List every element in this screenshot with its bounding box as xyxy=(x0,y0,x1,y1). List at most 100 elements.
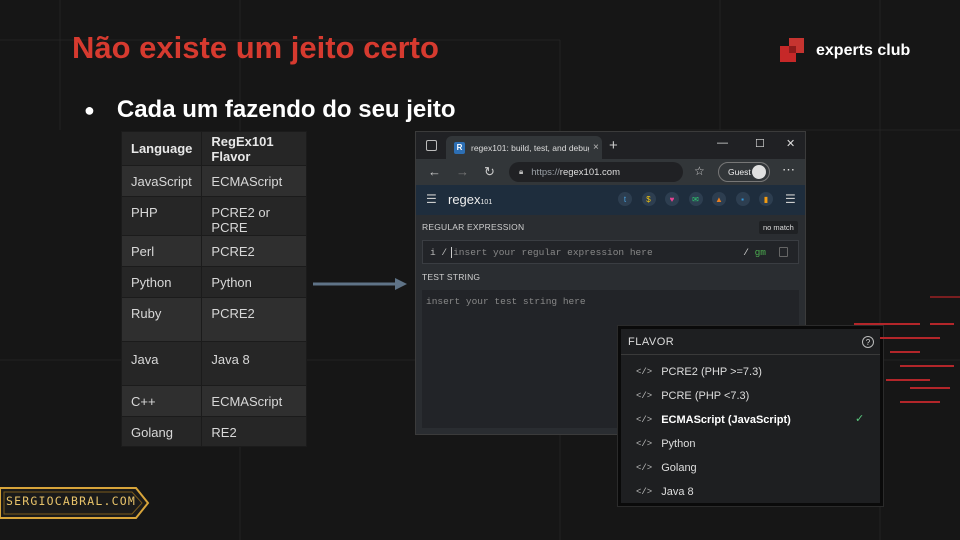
maximize-button[interactable]: ☐ xyxy=(755,137,765,150)
tab-title: regex101: build, test, and debug regex xyxy=(471,142,589,153)
table-cell-language: JavaScript xyxy=(120,165,203,197)
table-cell-flavor: PCRE2 xyxy=(201,297,307,342)
regex-section-label: REGULAR EXPRESSION xyxy=(422,222,525,232)
regex101-header: ☰ regex101 t $ ♥ ✉ ▲ ▪ ▮ ☰ xyxy=(416,185,805,215)
regex-placeholder: insert your regular expression here xyxy=(451,246,653,258)
table-cell-flavor: ECMAScript xyxy=(201,385,307,417)
flavor-option[interactable]: </> Golang xyxy=(621,456,880,480)
settings-menu-icon[interactable]: ☰ xyxy=(785,192,796,206)
flavor-option-label: PCRE2 (PHP >=7.3) xyxy=(661,366,762,378)
table-row: Perl PCRE2 xyxy=(120,235,307,267)
header-icon-row: t $ ♥ ✉ ▲ ▪ ▮ xyxy=(618,192,783,206)
flavor-panel: FLAVOR ? </> PCRE2 (PHP >=7.3) </> PCRE (PH… xyxy=(617,325,884,507)
table-row: C++ ECMAScript xyxy=(120,385,307,417)
tab-regex101[interactable]: R regex101: build, test, and debug regex… xyxy=(446,136,602,159)
table-cell-language: PHP xyxy=(120,196,203,236)
reload-icon[interactable]: ↻ xyxy=(484,164,495,180)
profile-label: Guest xyxy=(728,167,751,177)
table-cell-language: Golang xyxy=(120,416,203,447)
avatar xyxy=(752,165,766,179)
flavor-option-label: Golang xyxy=(661,462,697,474)
table-cell-language: Python xyxy=(120,266,203,298)
language-flavor-table: Language RegEx101 Flavor JavaScript ECMA… xyxy=(120,131,307,447)
decorative-dashes xyxy=(854,323,954,403)
more-menu-icon[interactable]: ⋯ xyxy=(782,162,795,178)
logo-mark-icon xyxy=(780,38,806,64)
hamburger-menu-icon[interactable]: ☰ xyxy=(426,192,437,206)
table-row: Python Python xyxy=(120,266,307,298)
flavor-option[interactable]: </> Java 8 xyxy=(621,480,880,504)
heart-icon[interactable]: ♥ xyxy=(665,192,679,206)
flavor-option-label: Python xyxy=(661,438,696,450)
back-arrow-icon[interactable]: ← xyxy=(428,164,441,179)
code-icon: </> xyxy=(636,439,653,449)
regex-delimiter: i / xyxy=(430,246,448,258)
arrow-right-icon xyxy=(313,278,407,290)
code-icon: </> xyxy=(636,391,653,401)
minimize-button[interactable]: — xyxy=(717,137,728,149)
table-row: Ruby PCRE2 xyxy=(120,297,307,342)
chat-icon[interactable]: ▪ xyxy=(735,192,750,206)
table-row: PHP PCRE2 or PCRE xyxy=(120,196,307,236)
address-bar-row: ← → ↻ 🔒︎ https:// regex101.com ☆ Guest ⋯ xyxy=(416,159,805,185)
code-icon: </> xyxy=(636,415,653,425)
warning-icon[interactable]: ▲ xyxy=(712,192,726,206)
bookmark-star-icon[interactable]: ☆ xyxy=(694,164,705,178)
table-row: Golang RE2 xyxy=(120,416,307,447)
badge-text: SERGIOCABRAL.COM xyxy=(6,494,136,508)
table-cell-flavor: RE2 xyxy=(201,416,307,447)
url-input[interactable]: 🔒︎ https:// regex101.com xyxy=(509,162,683,182)
table-cell-language: Java xyxy=(120,341,203,386)
table-cell-flavor: Python xyxy=(201,266,307,298)
url-host: regex101.com xyxy=(559,166,620,178)
table-row: Java Java 8 xyxy=(120,341,307,386)
regex101-logo[interactable]: regex101 xyxy=(448,192,492,207)
twitter-icon[interactable]: t xyxy=(618,192,632,206)
logo-text: experts club xyxy=(816,42,911,59)
new-tab-button[interactable]: + xyxy=(609,137,618,154)
bookmark-icon[interactable]: ▮ xyxy=(759,192,773,206)
forward-arrow-icon[interactable]: → xyxy=(456,164,469,179)
table-header-row: Language RegEx101 Flavor xyxy=(120,131,307,166)
tab-close-icon[interactable]: × xyxy=(593,142,599,153)
code-icon: </> xyxy=(636,487,653,497)
tab-actions-icon[interactable] xyxy=(426,140,437,151)
table-cell-flavor: PCRE2 xyxy=(201,235,307,267)
table-cell-language: C++ xyxy=(120,385,203,417)
dollar-icon[interactable]: $ xyxy=(641,192,656,206)
regex-flags[interactable]: / gm xyxy=(743,247,766,258)
profile-button[interactable]: Guest xyxy=(718,162,770,182)
flavor-option[interactable]: </> PCRE (PHP <7.3) xyxy=(621,384,880,408)
flavor-option-label: Java 8 xyxy=(661,486,694,498)
regex-input[interactable]: i / insert your regular expression here … xyxy=(422,240,799,264)
code-icon: </> xyxy=(636,367,653,377)
flavor-title: FLAVOR xyxy=(628,336,675,348)
test-section-label: TEST STRING xyxy=(422,272,481,282)
regex101-favicon-icon: R xyxy=(454,141,465,154)
table-cell-language: Ruby xyxy=(120,297,203,342)
table-row: JavaScript ECMAScript xyxy=(120,165,307,197)
lock-icon: 🔒︎ xyxy=(519,167,524,176)
flavor-header: FLAVOR ? xyxy=(621,329,880,355)
decorative-dash xyxy=(930,296,960,298)
column-header-flavor: RegEx101 Flavor xyxy=(201,131,307,166)
table-cell-flavor: ECMAScript xyxy=(201,165,307,197)
flavor-option[interactable]: </> Python xyxy=(621,432,880,456)
test-placeholder: insert your test string here xyxy=(426,296,586,307)
url-scheme: https:// xyxy=(531,166,560,178)
bullet-point: ● Cada um fazendo do seu jeito xyxy=(84,96,456,124)
flavor-option-label: PCRE (PHP <7.3) xyxy=(661,390,750,402)
flavor-option[interactable]: </> PCRE2 (PHP >=7.3) xyxy=(621,360,880,384)
experts-club-logo: experts club xyxy=(780,38,910,64)
bullet-dot: ● xyxy=(84,99,95,120)
table-cell-language: Perl xyxy=(120,235,203,267)
copy-icon[interactable] xyxy=(779,247,788,257)
flavor-option-label: ECMAScript (JavaScript) xyxy=(661,414,791,426)
close-window-button[interactable]: ✕ xyxy=(786,137,795,150)
mail-icon[interactable]: ✉ xyxy=(688,192,703,206)
table-cell-flavor: PCRE2 or PCRE xyxy=(201,196,307,236)
flavor-option[interactable]: </> ECMAScript (JavaScript) ✓ xyxy=(621,408,880,432)
code-icon: </> xyxy=(636,463,653,473)
table-cell-flavor: Java 8 xyxy=(201,341,307,386)
tab-bar: R regex101: build, test, and debug regex… xyxy=(416,132,805,159)
